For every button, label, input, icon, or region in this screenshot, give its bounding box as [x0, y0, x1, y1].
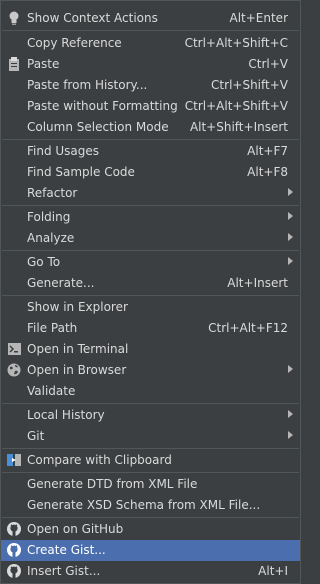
separator [2, 295, 299, 296]
menu-item-label: Copy Reference [27, 36, 122, 50]
menu-item-file-path[interactable]: File Path Ctrl+Alt+F12 [1, 318, 300, 339]
submenu-arrow-icon [288, 257, 293, 265]
menu-item-copy-reference[interactable]: Copy Reference Ctrl+Alt+Shift+C [1, 33, 300, 54]
menu-item-label: Insert Gist... [27, 564, 101, 578]
separator [2, 250, 299, 251]
menu-item-shortcut: Alt+F8 [247, 165, 288, 179]
submenu-arrow-icon [288, 365, 293, 373]
compare-icon [6, 452, 22, 468]
separator [2, 403, 299, 404]
menu-item-go-to[interactable]: Go To [1, 252, 300, 273]
menu-item-shortcut: Ctrl+Shift+V [211, 78, 288, 92]
menu-item-insert-gist[interactable]: Insert Gist... Alt+I [1, 561, 300, 582]
separator [2, 139, 299, 140]
menu-item-validate[interactable]: Validate [1, 381, 300, 402]
menu-item-shortcut: Ctrl+Alt+F12 [208, 321, 288, 335]
github-icon [6, 563, 22, 579]
menu-item-shortcut: Alt+Enter [229, 11, 288, 25]
menu-item-label: File Path [27, 321, 78, 335]
submenu-arrow-icon [288, 410, 293, 418]
menu-item-label: Refactor [27, 186, 78, 200]
separator [2, 205, 299, 206]
menu-item-git[interactable]: Git [1, 426, 300, 447]
menu-item-open-on-github[interactable]: Open on GitHub [1, 519, 300, 540]
menu-item-show-in-explorer[interactable]: Show in Explorer [1, 297, 300, 318]
menu-item-shortcut: Ctrl+V [248, 57, 288, 71]
menu-item-shortcut: Alt+F7 [247, 144, 288, 158]
clipboard-icon [6, 56, 22, 72]
menu-item-shortcut: Alt+Insert [227, 276, 288, 290]
menu-item-label: Analyze [27, 231, 75, 245]
lightbulb-icon [6, 10, 22, 26]
menu-item-label: Paste without Formatting [27, 99, 178, 113]
menu-item-label: Show Context Actions [27, 11, 158, 25]
menu-item-paste-from-history[interactable]: Paste from History... Ctrl+Shift+V [1, 75, 300, 96]
menu-item-folding[interactable]: Folding [1, 207, 300, 228]
menu-item-shortcut: Alt+Shift+Insert [189, 120, 288, 134]
submenu-arrow-icon [288, 188, 293, 196]
submenu-arrow-icon [288, 233, 293, 241]
menu-item-shortcut: Ctrl+Alt+Shift+C [184, 36, 288, 50]
menu-item-label: Generate DTD from XML File [27, 477, 198, 491]
menu-item-label: Generate... [27, 276, 95, 290]
menu-item-compare-with-clipboard[interactable]: Compare with Clipboard [1, 450, 300, 471]
menu-item-create-gist[interactable]: Create Gist... [1, 540, 300, 561]
separator [2, 517, 299, 518]
menu-item-label: Go To [27, 255, 61, 269]
menu-item-label: Open on GitHub [27, 522, 124, 536]
menu-item-shortcut: Ctrl+Alt+Shift+V [184, 99, 288, 113]
menu-item-label: Folding [27, 210, 71, 224]
menu-item-label: Generate XSD Schema from XML File... [27, 498, 261, 512]
editor-context-menu: Show Context Actions Alt+Enter Copy Refe… [0, 0, 301, 584]
menu-item-find-usages[interactable]: Find Usages Alt+F7 [1, 141, 300, 162]
menu-item-label: Create Gist... [27, 543, 106, 557]
menu-item-label: Column Selection Mode [27, 120, 169, 134]
menu-item-column-selection-mode[interactable]: Column Selection Mode Alt+Shift+Insert [1, 117, 300, 138]
separator [2, 448, 299, 449]
github-icon [6, 542, 22, 558]
menu-item-label: Open in Browser [27, 363, 127, 377]
menu-item-paste[interactable]: Paste Ctrl+V [1, 54, 300, 75]
separator [2, 472, 299, 473]
terminal-icon [6, 341, 22, 357]
menu-item-label: Compare with Clipboard [27, 453, 172, 467]
menu-item-show-context-actions[interactable]: Show Context Actions Alt+Enter [1, 8, 300, 29]
menu-item-label: Open in Terminal [27, 342, 129, 356]
menu-item-shortcut: Alt+I [258, 564, 288, 578]
menu-item-label: Find Usages [27, 144, 100, 158]
menu-item-label: Find Sample Code [27, 165, 135, 179]
menu-item-generate-dtd[interactable]: Generate DTD from XML File [1, 474, 300, 495]
github-icon [6, 521, 22, 537]
menu-item-paste-without-formatting[interactable]: Paste without Formatting Ctrl+Alt+Shift+… [1, 96, 300, 117]
menu-item-label: Show in Explorer [27, 300, 128, 314]
separator [2, 30, 299, 31]
menu-item-label: Paste [27, 57, 60, 71]
menu-item-label: Validate [27, 384, 76, 398]
menu-item-generate[interactable]: Generate... Alt+Insert [1, 273, 300, 294]
menu-item-label: Local History [27, 408, 105, 422]
menu-item-label: Git [27, 429, 45, 443]
menu-item-open-in-browser[interactable]: Open in Browser [1, 360, 300, 381]
menu-item-local-history[interactable]: Local History [1, 405, 300, 426]
menu-item-find-sample-code[interactable]: Find Sample Code Alt+F8 [1, 162, 300, 183]
submenu-arrow-icon [288, 212, 293, 220]
menu-item-refactor[interactable]: Refactor [1, 183, 300, 204]
menu-item-generate-xsd[interactable]: Generate XSD Schema from XML File... [1, 495, 300, 516]
menu-item-open-in-terminal[interactable]: Open in Terminal [1, 339, 300, 360]
submenu-arrow-icon [288, 431, 293, 439]
menu-item-analyze[interactable]: Analyze [1, 228, 300, 249]
menu-item-label: Paste from History... [27, 78, 148, 92]
globe-icon [6, 362, 22, 378]
